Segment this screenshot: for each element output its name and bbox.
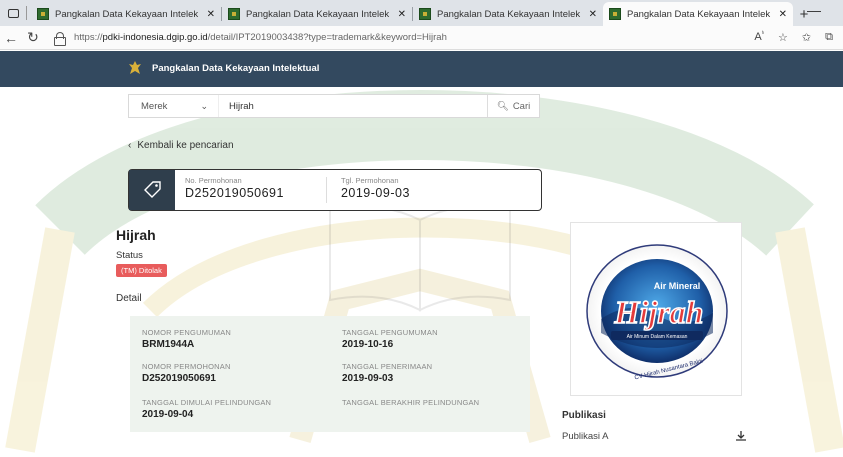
tab-title: Pangkalan Data Kekayaan Intelek [246, 8, 390, 20]
chevron-down-icon: ⌄ [200, 100, 208, 111]
back-link-label: Kembali ke pencarian [137, 140, 234, 151]
browser-tab-bar: Pangkalan Data Kekayaan Intelek ✕ Pangka… [0, 0, 843, 26]
detail-key: TANGGAL BERAKHIR PELINDUNGAN [342, 398, 480, 407]
detail-field: TANGGAL DIMULAI PELINDUNGAN 2019-09-04 [142, 398, 271, 420]
add-favorite-icon[interactable]: ☆ [778, 31, 788, 44]
detail-field: NOMOR PERMOHONAN D252019050691 [142, 362, 231, 384]
tab-close-icon[interactable]: ✕ [589, 9, 597, 20]
category-select[interactable]: Merek ⌄ [129, 95, 219, 117]
application-date-field: Tgl. Permohonan 2019-09-03 [331, 170, 420, 210]
card-divider [325, 177, 327, 203]
chevron-left-icon: ‹ [128, 140, 132, 151]
application-date-label: Tgl. Permohonan [340, 176, 399, 185]
favorites-icon[interactable]: ✩ [802, 31, 811, 44]
browser-tab-1[interactable]: Pangkalan Data Kekayaan Intelek ✕ [31, 2, 221, 26]
detail-field: TANGGAL BERAKHIR PELINDUNGAN [342, 398, 479, 409]
application-number-field: No. Permohonan D252019050691 [175, 170, 294, 210]
back-to-search-link[interactable]: ‹ Kembali ke pencarian [128, 140, 234, 151]
hijrah-logo-image: Air Mineral Hijrah Air Minum Dalam Kemas… [586, 244, 728, 381]
site-favicon-icon [228, 8, 240, 20]
detail-field: TANGGAL PENERIMAAN 2019-09-03 [342, 362, 432, 384]
browser-tab-4-active[interactable]: Pangkalan Data Kekayaan Intelek ✕ [603, 2, 793, 26]
detail-value: 2019-09-04 [142, 409, 194, 420]
reload-icon[interactable]: ↻ [22, 29, 44, 46]
publication-item[interactable]: Publikasi A [562, 431, 608, 442]
application-number-label: No. Permohonan [185, 176, 242, 185]
logo-ribbon-text: Air Minum Dalam Kemasan [627, 334, 688, 340]
trademark-image[interactable]: Air Mineral Hijrah Air Minum Dalam Kemas… [570, 222, 742, 396]
search-button[interactable]: 🔍︎ Cari [487, 95, 539, 117]
detail-field: TANGGAL PENGUMUMAN 2019-10-16 [342, 328, 438, 350]
search-input[interactable] [219, 95, 487, 117]
window-menu-icon[interactable] [0, 0, 26, 26]
detail-value: BRM1944A [142, 339, 195, 350]
tab-separator [26, 6, 27, 20]
site-favicon-icon [419, 8, 431, 20]
collections-icon[interactable]: ⧉ [825, 31, 833, 44]
url-field[interactable]: https://pdki-indonesia.dgip.go.id/detail… [74, 32, 754, 43]
logo-brand-top: Air Mineral [654, 281, 701, 291]
mark-name: Hijrah [116, 227, 156, 243]
url-host: pdki-indonesia.dgip.go.id [102, 32, 208, 43]
address-bar-actions: Aʰ ☆ ✩ ⧉ [754, 31, 833, 44]
url-prefix: https:// [74, 32, 103, 43]
site-favicon-icon [609, 8, 621, 20]
search-bar: Merek ⌄ 🔍︎ Cari [128, 94, 540, 118]
application-card: No. Permohonan D252019050691 Tgl. Permoh… [128, 169, 542, 211]
lock-icon[interactable] [54, 31, 66, 46]
detail-label: Detail [116, 293, 142, 304]
application-date-value: 2019-09-03 [340, 186, 410, 200]
site-title[interactable]: Pangkalan Data Kekayaan Intelektual [152, 63, 319, 74]
garuda-logo-icon[interactable] [128, 60, 142, 76]
detail-panel: NOMOR PENGUMUMAN BRM1944A TANGGAL PENGUM… [130, 316, 530, 432]
detail-value: 2019-09-03 [342, 373, 394, 384]
search-button-label: Cari [512, 100, 531, 112]
detail-key: TANGGAL DIMULAI PELINDUNGAN [142, 398, 272, 407]
tag-icon [129, 170, 175, 210]
detail-key: NOMOR PERMOHONAN [142, 362, 231, 371]
logo-brand-main: Hijrah [614, 294, 704, 330]
read-aloud-icon[interactable]: Aʰ [754, 31, 764, 44]
category-value: Merek [141, 100, 168, 112]
download-icon[interactable] [735, 430, 747, 442]
detail-key: TANGGAL PENGUMUMAN [342, 328, 438, 337]
browser-tab-2[interactable]: Pangkalan Data Kekayaan Intelek ✕ [222, 2, 412, 26]
site-header: Pangkalan Data Kekayaan Intelektual [0, 51, 843, 87]
status-label: Status [116, 250, 143, 261]
url-path: /detail/IPT2019003438?type=trademark&key… [207, 32, 447, 43]
tab-close-icon[interactable]: ✕ [398, 9, 406, 20]
tab-close-icon[interactable]: ✕ [779, 9, 787, 20]
tab-title: Pangkalan Data Kekayaan Intelek [55, 8, 199, 20]
status-badge: (TM) Ditolak [116, 264, 167, 277]
publication-label: Publikasi [562, 410, 606, 421]
search-icon: 🔍︎ [496, 100, 509, 112]
address-bar: ← ↻ https://pdki-indonesia.dgip.go.id/de… [0, 26, 843, 50]
detail-value: 2019-10-16 [342, 339, 394, 350]
tab-title: Pangkalan Data Kekayaan Intelek [437, 8, 581, 20]
back-arrow-icon[interactable]: ← [0, 30, 22, 46]
detail-key: TANGGAL PENERIMAAN [342, 362, 433, 371]
minimize-window-icon[interactable]: — [807, 2, 821, 18]
browser-tab-3[interactable]: Pangkalan Data Kekayaan Intelek ✕ [413, 2, 603, 26]
tab-title: Pangkalan Data Kekayaan Intelek [627, 8, 771, 20]
detail-field: NOMOR PENGUMUMAN BRM1944A [142, 328, 231, 350]
application-number-value: D252019050691 [185, 186, 284, 200]
detail-value: D252019050691 [142, 373, 216, 384]
site-favicon-icon [37, 8, 49, 20]
detail-key: NOMOR PENGUMUMAN [142, 328, 232, 337]
tab-close-icon[interactable]: ✕ [207, 9, 215, 20]
